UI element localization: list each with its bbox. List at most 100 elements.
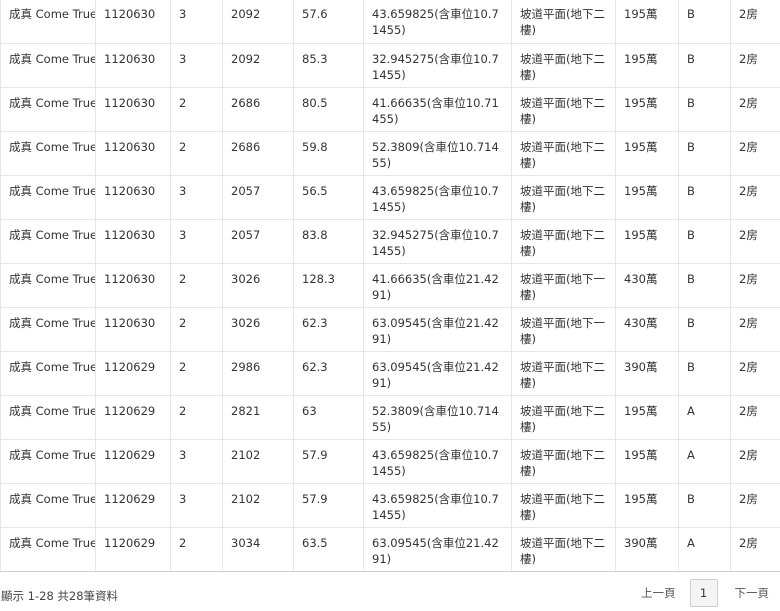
building-area-cell: 43.659825(含車位10.71455)	[363, 174, 512, 219]
building-cell: B	[678, 0, 731, 43]
floor-cell: 3	[170, 438, 223, 483]
total-area-cell: 57.6	[293, 0, 364, 43]
building-cell: B	[678, 174, 731, 219]
parking-price-cell: 195萬	[615, 218, 679, 263]
building-area-cell: 43.659825(含車位10.71455)	[363, 438, 512, 483]
total-area-cell: 63.5	[293, 526, 364, 572]
unit-price-cell: 2102	[222, 438, 294, 483]
table-row: 成真 Come True 1120630 3 2057 83.8 32.945275(含車…	[0, 218, 780, 263]
parking-type-cell: 坡道平面(地下二樓)	[511, 86, 616, 131]
transaction-date-cell: 1120629	[95, 350, 171, 395]
pagination-summary: 顯示 1-28 共28筆資料	[1, 589, 119, 603]
building-cell: A	[678, 526, 731, 572]
total-area-cell: 59.8	[293, 130, 364, 175]
parking-price-cell: 195萬	[615, 130, 679, 175]
table-row: 成真 Come True 1120629 2 3034 63.5 63.09545(含車位…	[0, 526, 780, 572]
table-row: 成真 Come True 1120630 3 2057 56.5 43.659825(含車…	[0, 174, 780, 219]
building-cell: B	[678, 262, 731, 307]
unit-price-cell: 3026	[222, 306, 294, 351]
unit-price-cell: 2686	[222, 130, 294, 175]
parking-price-cell: 430萬	[615, 262, 679, 307]
table-row: 成真 Come True 1120630 3 2092 85.3 32.945275(含車…	[0, 42, 780, 87]
parking-price-cell: 195萬	[615, 482, 679, 527]
project-name-cell: 成真 Come True	[0, 526, 96, 572]
building-area-cell: 43.659825(含車位10.71455)	[363, 482, 512, 527]
transaction-date-cell: 1120630	[95, 0, 171, 43]
parking-type-cell: 坡道平面(地下二樓)	[511, 394, 616, 439]
table-row: 成真 Come True 1120630 2 2686 59.8 52.3809(含車位1…	[0, 130, 780, 175]
layout-cell: 2房	[730, 218, 780, 263]
transaction-date-cell: 1120630	[95, 130, 171, 175]
project-name-cell: 成真 Come True	[0, 262, 96, 307]
floor-cell: 3	[170, 174, 223, 219]
unit-price-cell: 2092	[222, 42, 294, 87]
project-name-cell: 成真 Come True	[0, 438, 96, 483]
floor-cell: 2	[170, 262, 223, 307]
floor-cell: 3	[170, 0, 223, 43]
parking-type-cell: 坡道平面(地下二樓)	[511, 350, 616, 395]
floor-cell: 3	[170, 42, 223, 87]
project-name-cell: 成真 Come True	[0, 86, 96, 131]
table-row: 成真 Come True 1120629 2 2821 63 52.3809(含車位10.…	[0, 394, 780, 439]
project-name-cell: 成真 Come True	[0, 350, 96, 395]
building-area-cell: 41.66635(含車位10.71455)	[363, 86, 512, 131]
transaction-date-cell: 1120630	[95, 42, 171, 87]
table-row: 成真 Come True 1120630 3 2092 57.6 43.659825(含車…	[0, 0, 780, 43]
floor-cell: 2	[170, 526, 223, 572]
parking-price-cell: 195萬	[615, 394, 679, 439]
parking-type-cell: 坡道平面(地下二樓)	[511, 174, 616, 219]
parking-price-cell: 430萬	[615, 306, 679, 351]
project-name-cell: 成真 Come True	[0, 482, 96, 527]
transactions-table-container: 成真 Come True 1120630 3 2092 57.6 43.659825(含車…	[0, 0, 780, 572]
floor-cell: 3	[170, 218, 223, 263]
layout-cell: 2房	[730, 262, 780, 307]
parking-type-cell: 坡道平面(地下二樓)	[511, 482, 616, 527]
parking-price-cell: 195萬	[615, 174, 679, 219]
unit-price-cell: 3026	[222, 262, 294, 307]
building-area-cell: 32.945275(含車位10.71455)	[363, 42, 512, 87]
transaction-date-cell: 1120630	[95, 174, 171, 219]
layout-cell: 2房	[730, 130, 780, 175]
layout-cell: 2房	[730, 438, 780, 483]
parking-type-cell: 坡道平面(地下二樓)	[511, 438, 616, 483]
total-area-cell: 56.5	[293, 174, 364, 219]
total-area-cell: 57.9	[293, 438, 364, 483]
building-cell: B	[678, 130, 731, 175]
prev-page-link[interactable]: 上一頁	[641, 585, 676, 601]
layout-cell: 2房	[730, 86, 780, 131]
transaction-date-cell: 1120629	[95, 482, 171, 527]
floor-cell: 2	[170, 394, 223, 439]
parking-price-cell: 390萬	[615, 350, 679, 395]
building-cell: A	[678, 394, 731, 439]
floor-cell: 2	[170, 130, 223, 175]
building-area-cell: 52.3809(含車位10.71455)	[363, 394, 512, 439]
parking-price-cell: 195萬	[615, 86, 679, 131]
floor-cell: 2	[170, 350, 223, 395]
parking-price-cell: 195萬	[615, 42, 679, 87]
project-name-cell: 成真 Come True	[0, 0, 96, 43]
parking-price-cell: 390萬	[615, 526, 679, 572]
page-button-current[interactable]: 1	[689, 579, 718, 607]
total-area-cell: 85.3	[293, 42, 364, 87]
parking-price-cell: 195萬	[615, 0, 679, 43]
total-area-cell: 63	[293, 394, 364, 439]
building-cell: B	[678, 350, 731, 395]
floor-cell: 3	[170, 482, 223, 527]
unit-price-cell: 2686	[222, 86, 294, 131]
total-area-cell: 62.3	[293, 306, 364, 351]
building-area-cell: 43.659825(含車位10.71455)	[363, 0, 512, 43]
transaction-date-cell: 1120630	[95, 86, 171, 131]
project-name-cell: 成真 Come True	[0, 306, 96, 351]
table-row: 成真 Come True 1120630 2 3026 62.3 63.09545(含車位…	[0, 306, 780, 351]
next-page-link[interactable]: 下一頁	[735, 585, 770, 601]
parking-type-cell: 坡道平面(地下二樓)	[511, 42, 616, 87]
table-row: 成真 Come True 1120629 2 2986 62.3 63.09545(含車位…	[0, 350, 780, 395]
project-name-cell: 成真 Come True	[0, 130, 96, 175]
table-row: 成真 Come True 1120630 2 2686 80.5 41.66635(含車位…	[0, 86, 780, 131]
layout-cell: 2房	[730, 394, 780, 439]
transaction-date-cell: 1120629	[95, 438, 171, 483]
unit-price-cell: 2057	[222, 174, 294, 219]
layout-cell: 2房	[730, 482, 780, 527]
building-area-cell: 63.09545(含車位21.4291)	[363, 526, 512, 572]
project-name-cell: 成真 Come True	[0, 174, 96, 219]
